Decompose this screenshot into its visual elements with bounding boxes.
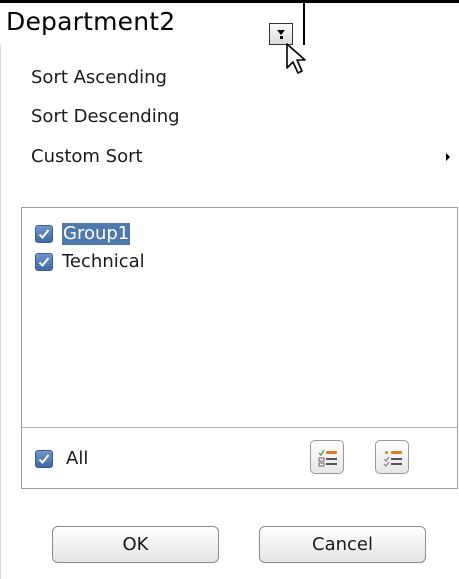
column-header-label: Department2 (6, 7, 176, 36)
list-divider (22, 427, 457, 428)
checkbox-all[interactable] (35, 450, 53, 468)
cancel-button[interactable]: Cancel (259, 526, 426, 563)
menu-item-custom-sort[interactable]: Custom Sort (31, 145, 143, 169)
chevron-right-icon (446, 153, 450, 161)
column-header-cell: Department2 (0, 3, 305, 45)
select-current-button[interactable] (375, 440, 409, 474)
dropdown-arrow-bar (280, 36, 283, 39)
autofilter-popup: Department2 Sort Ascending Sort Descendi… (0, 0, 459, 579)
list-item-group1-label: Group1 (62, 223, 131, 245)
select-all-button[interactable] (310, 440, 344, 474)
chevron-down-icon (277, 30, 285, 35)
select-current-icon (383, 451, 402, 467)
select-all-icon (318, 449, 337, 467)
mouse-cursor-icon (286, 43, 306, 74)
menu-item-sort-descending[interactable]: Sort Descending (31, 105, 180, 129)
checkbox-group1[interactable] (35, 225, 53, 243)
list-item-technical-label: Technical (62, 251, 145, 272)
ok-button[interactable]: OK (52, 526, 219, 563)
menu-item-sort-ascending[interactable]: Sort Ascending (31, 66, 167, 90)
checkbox-technical[interactable] (35, 253, 53, 271)
all-label: All (66, 448, 89, 469)
popup-left-edge (0, 45, 1, 579)
